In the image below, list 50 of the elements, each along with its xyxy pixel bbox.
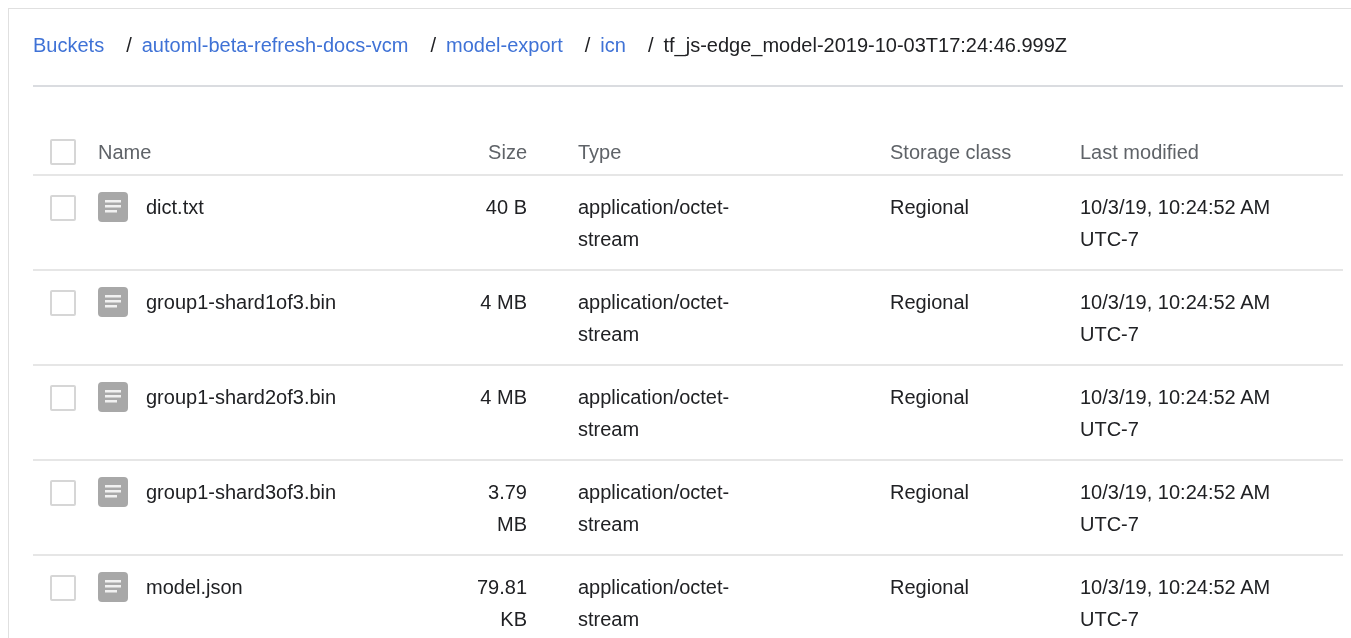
file-icon	[98, 192, 128, 222]
file-icon	[98, 382, 128, 412]
breadcrumb-current: tf_js-edge_model-2019-10-03T17:24:46.999Z	[663, 33, 1068, 59]
file-name[interactable]: group1-shard2of3.bin	[146, 381, 337, 413]
table-cell-text: 3.79 MB	[487, 480, 527, 537]
table-cell-text: 10/3/19, 10:24:52 AM UTC-7	[1080, 290, 1272, 347]
table-cell-text: application/octet-stream	[578, 480, 731, 537]
column-header: Size	[488, 140, 527, 165]
table-cell-text: 4 MB	[480, 290, 527, 315]
table-cell-text: 4 MB	[480, 385, 527, 410]
table-cell-text: Regional	[890, 195, 969, 220]
file-name[interactable]: model.json	[146, 571, 243, 603]
column-header: Storage class	[890, 140, 1012, 165]
table-cell-text: Regional	[890, 480, 969, 505]
breadcrumb-separator: /	[584, 33, 591, 58]
file-name[interactable]: group1-shard3of3.bin	[146, 476, 337, 508]
table-cell-text: 10/3/19, 10:24:52 AM UTC-7	[1080, 385, 1272, 442]
checkbox[interactable]	[50, 195, 76, 221]
table-cell-text: application/octet-stream	[578, 290, 731, 347]
checkbox[interactable]	[50, 290, 76, 316]
table-cell-text: application/octet-stream	[578, 195, 731, 252]
table-cell-text: Regional	[890, 290, 969, 315]
table-cell-text: Regional	[890, 575, 969, 600]
breadcrumb-link[interactable]: automl-beta-refresh-docs-vcm	[141, 29, 409, 61]
file-icon	[98, 572, 128, 602]
file-name[interactable]: group1-shard1of3.bin	[146, 286, 337, 318]
table-cell-text: 40 B	[485, 195, 527, 220]
file-name[interactable]: dict.txt	[146, 191, 204, 223]
table-cell-text: 10/3/19, 10:24:52 AM UTC-7	[1080, 480, 1272, 537]
breadcrumb-separator: /	[430, 33, 437, 58]
checkbox[interactable]	[50, 480, 76, 506]
checkbox[interactable]	[50, 385, 76, 411]
breadcrumb-separator: /	[126, 33, 132, 58]
column-header: Name	[98, 140, 152, 165]
table-cell-text: 10/3/19, 10:24:52 AM UTC-7	[1080, 575, 1272, 632]
table-cell-text: Regional	[890, 385, 969, 410]
breadcrumb-link[interactable]: icn	[600, 29, 626, 61]
table-cell-text: application/octet-stream	[578, 575, 731, 632]
breadcrumb-link[interactable]: model-export	[446, 29, 563, 61]
table-cell-text: 79.81 KB	[477, 575, 527, 632]
table-cell-text: application/octet-stream	[578, 385, 731, 442]
checkbox[interactable]	[50, 139, 76, 165]
breadcrumb-separator: /	[647, 33, 654, 58]
breadcrumb-link[interactable]: Buckets	[33, 29, 105, 61]
column-header: Last modified	[1080, 140, 1199, 165]
file-icon	[98, 287, 128, 317]
column-header: Type	[578, 140, 622, 165]
table-cell-text: 10/3/19, 10:24:52 AM UTC-7	[1080, 195, 1272, 252]
file-icon	[98, 477, 128, 507]
checkbox[interactable]	[50, 575, 76, 601]
